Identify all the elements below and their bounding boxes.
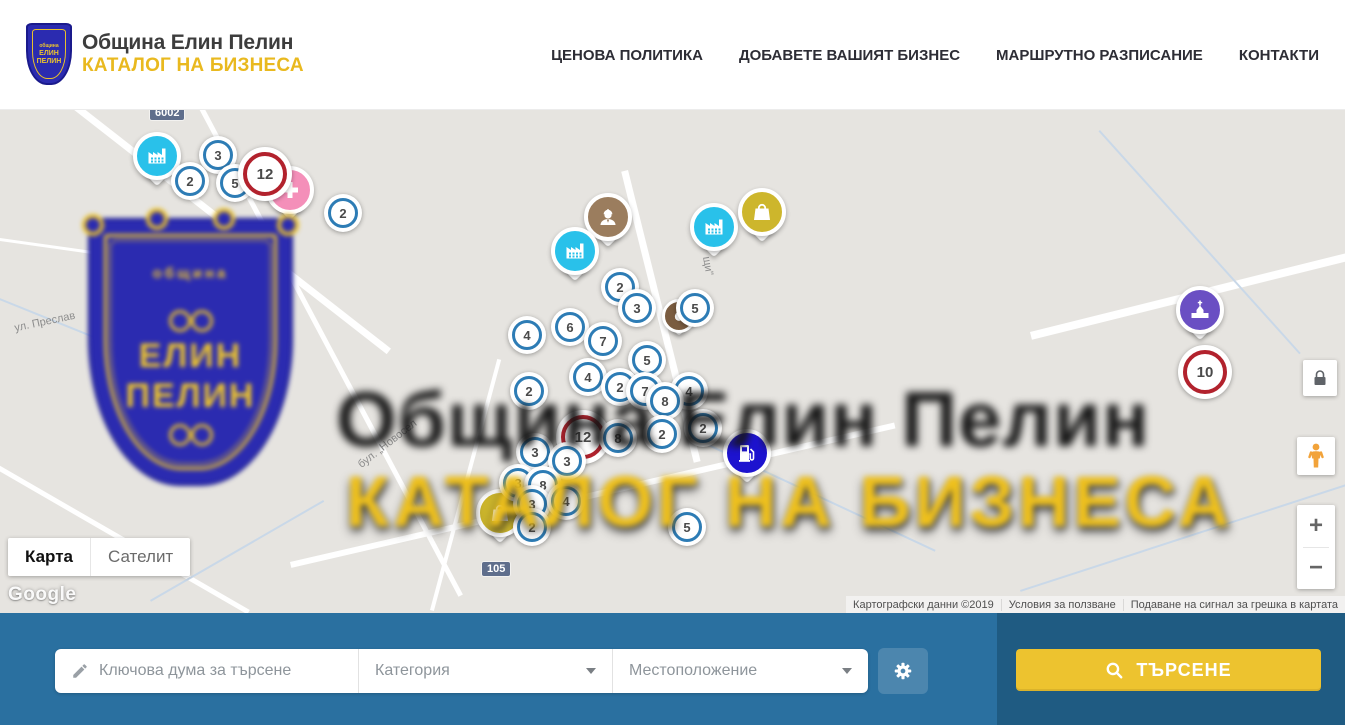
map-type-toggle: Карта Сателит: [8, 538, 190, 576]
cluster-marker[interactable]: 2: [513, 508, 551, 546]
search-bar: Категория Местоположение: [0, 613, 1345, 725]
cluster-marker[interactable]: 5: [676, 289, 714, 327]
site-logo[interactable]: община ЕЛИН ПЕЛИН Община Елин Пелин КАТА…: [26, 23, 304, 85]
cluster-marker[interactable]: 10: [1178, 345, 1232, 399]
cluster-marker[interactable]: 2: [510, 372, 548, 410]
nav-contacts[interactable]: КОНТАКТИ: [1239, 47, 1319, 64]
advanced-settings-button[interactable]: [878, 648, 928, 694]
pegman-icon: [1307, 443, 1325, 469]
factory-icon: [702, 215, 726, 239]
fuel-icon: [735, 441, 759, 465]
worker-icon: [596, 205, 620, 229]
map-type-map-button[interactable]: Карта: [8, 538, 91, 576]
logo-title: Община Елин Пелин: [82, 31, 304, 55]
map-attribution: Картографски данни ©2019 Условия за полз…: [846, 596, 1345, 613]
pin-church-marker[interactable]: [1176, 286, 1224, 334]
terms-link[interactable]: Условия за ползване: [1001, 599, 1123, 611]
cluster-marker[interactable]: 2: [171, 162, 209, 200]
zoom-in-button[interactable]: +: [1297, 505, 1335, 547]
cluster-marker[interactable]: 2: [324, 194, 362, 232]
map-type-satellite-button[interactable]: Сателит: [91, 538, 190, 576]
pin-fuel-marker[interactable]: [723, 429, 771, 477]
bag-icon: [488, 501, 512, 525]
nav-pricing[interactable]: ЦЕНОВА ПОЛИТИКА: [551, 47, 703, 64]
app: община ЕЛИН ПЕЛИН Община Елин Пелин КАТА…: [0, 0, 1345, 725]
cluster-marker[interactable]: 7: [584, 322, 622, 360]
cluster-marker[interactable]: 8: [599, 419, 637, 457]
cluster-marker[interactable]: 3: [618, 289, 656, 327]
cluster-marker[interactable]: 2: [643, 415, 681, 453]
main-nav: ЦЕНОВА ПОЛИТИКА ДОБАВЕТЕ ВАШИЯТ БИЗНЕС М…: [551, 0, 1319, 110]
watermark-crest: община ЕЛИН ПЕЛИН: [88, 218, 293, 486]
report-error-link[interactable]: Подаване на сигнал за грешка в картата: [1123, 599, 1345, 611]
lock-button[interactable]: [1303, 360, 1337, 396]
category-dropdown[interactable]: Категория: [358, 649, 612, 693]
cluster-marker[interactable]: 4: [508, 316, 546, 354]
bag-icon: [750, 200, 774, 224]
road-number-badge: 105: [482, 562, 510, 576]
nav-route-schedule[interactable]: МАРШРУТНО РАЗПИСАНИЕ: [996, 47, 1203, 64]
chevron-down-icon: [586, 668, 596, 674]
pencil-icon: [71, 662, 89, 680]
search-fields: Категория Местоположение: [55, 649, 868, 693]
pin-factory-marker[interactable]: [551, 227, 599, 275]
zoom-control: + −: [1297, 505, 1335, 589]
street-name-label: щи": [700, 256, 715, 277]
factory-icon: [145, 144, 169, 168]
lock-icon: [1313, 370, 1327, 386]
pin-bag-marker[interactable]: [738, 188, 786, 236]
municipality-crest-icon: община ЕЛИН ПЕЛИН: [26, 23, 72, 85]
cluster-marker[interactable]: 2: [684, 409, 722, 447]
factory-icon: [563, 239, 587, 263]
road-number-badge: 6002: [150, 110, 184, 120]
church-icon: [1188, 298, 1212, 322]
gear-icon: [892, 660, 914, 682]
nav-add-business[interactable]: ДОБАВЕТЕ ВАШИЯТ БИЗНЕС: [739, 47, 960, 64]
search-icon: [1105, 661, 1124, 680]
street-name-label: ул. Преслав: [13, 310, 76, 335]
cluster-marker[interactable]: 5: [668, 508, 706, 546]
chevron-down-icon: [842, 668, 852, 674]
search-button[interactable]: ТЪРСЕНЕ: [1016, 649, 1321, 691]
cluster-marker[interactable]: 12: [238, 147, 292, 201]
street-view-pegman-button[interactable]: [1297, 437, 1335, 475]
keyword-search-input[interactable]: [99, 662, 358, 680]
zoom-out-button[interactable]: −: [1297, 548, 1335, 590]
map-canvas[interactable]: 6002105ул. Преславбул. „Новоселщи" 32512…: [0, 110, 1345, 613]
pin-factory-marker[interactable]: [690, 203, 738, 251]
crest-text: община: [39, 42, 58, 50]
header: община ЕЛИН ПЕЛИН Община Елин Пелин КАТА…: [0, 0, 1345, 110]
location-dropdown[interactable]: Местоположение: [612, 649, 868, 693]
google-logo: Google: [8, 584, 76, 606]
attribution-copyright: Картографски данни ©2019: [846, 599, 1001, 611]
keyword-field-wrap: [55, 649, 358, 693]
logo-subtitle: КАТАЛОГ НА БИЗНЕСА: [82, 55, 304, 77]
cluster-marker[interactable]: 4: [547, 482, 585, 520]
